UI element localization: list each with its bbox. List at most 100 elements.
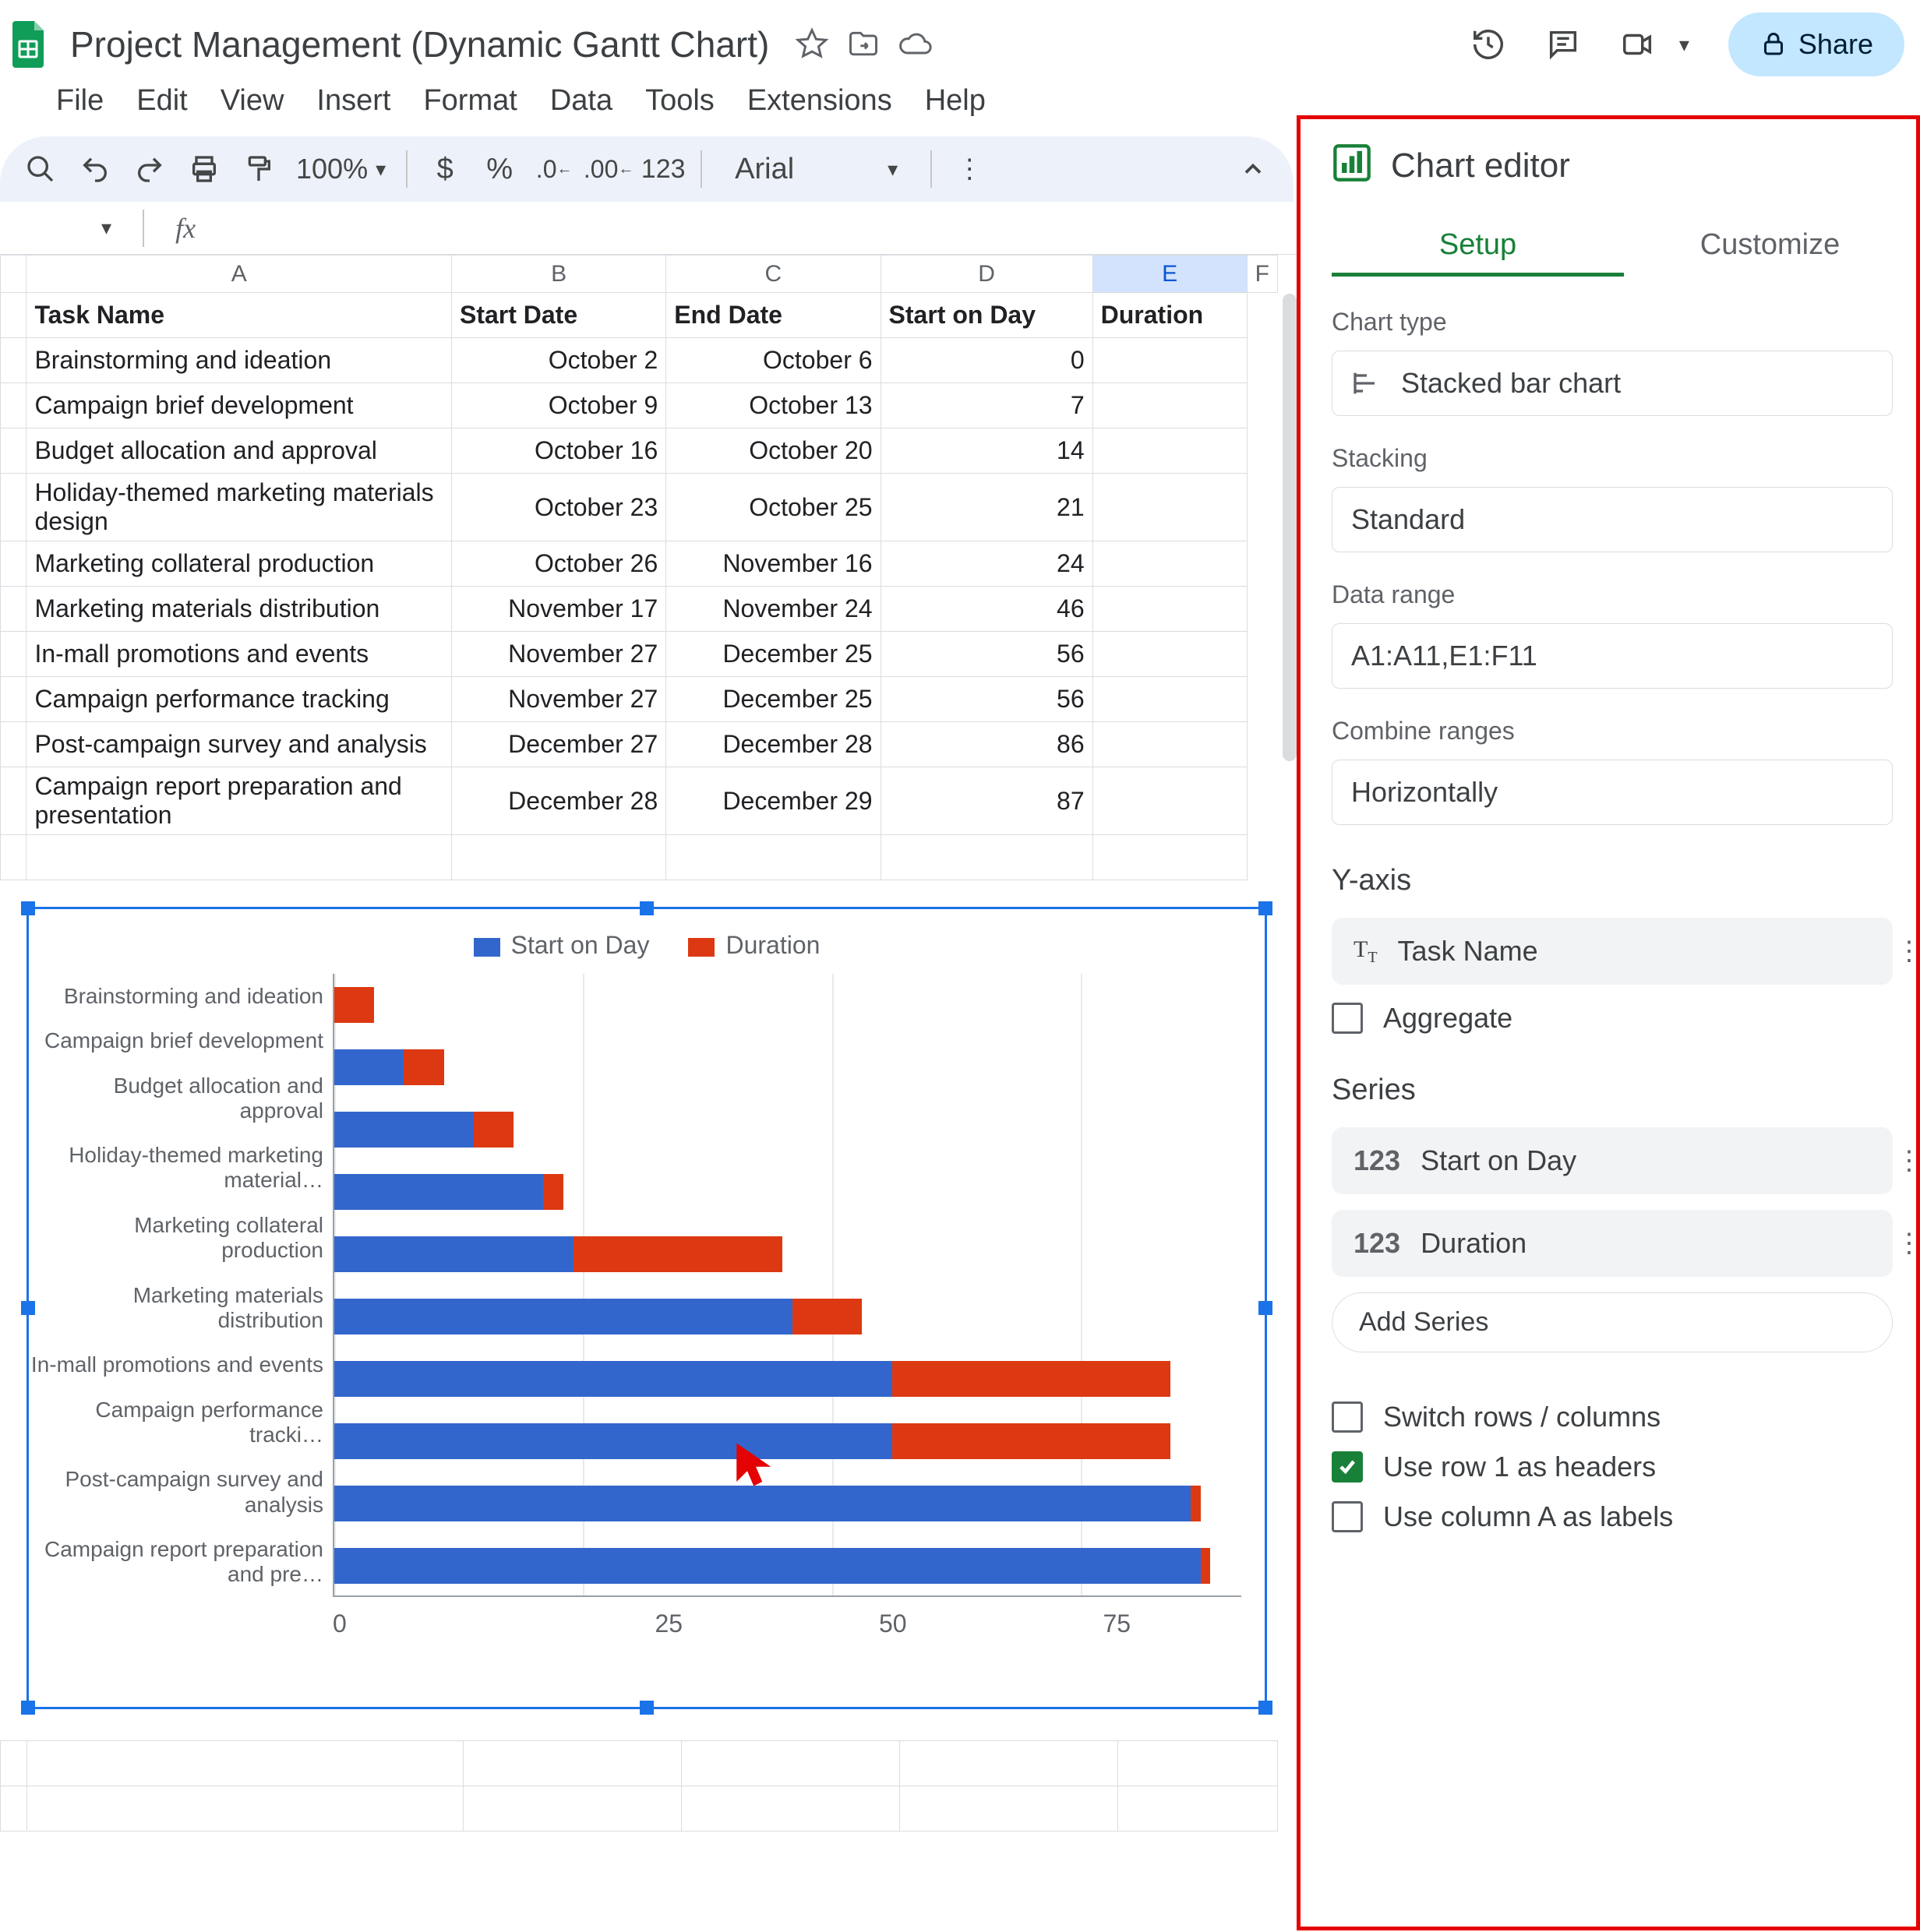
col-header-a[interactable]: A: [26, 256, 452, 293]
cell[interactable]: December 28: [451, 767, 665, 835]
stacking-select[interactable]: Standard: [1332, 487, 1893, 552]
cell[interactable]: October 26: [451, 541, 665, 587]
redo-icon[interactable]: [132, 152, 167, 186]
share-button[interactable]: Share: [1728, 12, 1904, 76]
checkbox-icon[interactable]: [1332, 1003, 1363, 1034]
formula-input[interactable]: [227, 202, 1273, 254]
cell[interactable]: [27, 1741, 464, 1786]
resize-handle[interactable]: [21, 1301, 35, 1315]
use-colA-checkbox-row[interactable]: Use column A as labels: [1332, 1500, 1916, 1533]
resize-handle[interactable]: [1258, 901, 1272, 915]
menu-format[interactable]: Format: [423, 84, 517, 118]
star-icon[interactable]: [794, 26, 830, 62]
cell[interactable]: October 20: [666, 428, 881, 474]
tab-customize[interactable]: Customize: [1624, 217, 1916, 277]
cell[interactable]: December 25: [666, 677, 881, 722]
cell[interactable]: December 29: [666, 767, 881, 835]
col-header-c[interactable]: C: [666, 256, 881, 293]
resize-handle[interactable]: [640, 901, 654, 915]
cell[interactable]: Duration: [1092, 293, 1247, 338]
cell[interactable]: 56: [881, 632, 1092, 677]
checkbox-icon[interactable]: [1332, 1501, 1363, 1532]
menu-insert[interactable]: Insert: [316, 84, 390, 118]
row-header[interactable]: [1, 541, 26, 587]
col-header-f[interactable]: F: [1247, 256, 1277, 293]
cell[interactable]: Post-campaign survey and analysis: [26, 722, 452, 767]
menu-data[interactable]: Data: [550, 84, 612, 118]
switch-rows-checkbox-row[interactable]: Switch rows / columns: [1332, 1401, 1916, 1433]
percent-icon[interactable]: %: [482, 152, 517, 186]
menu-file[interactable]: File: [56, 84, 104, 118]
cell[interactable]: November 16: [666, 541, 881, 587]
cell[interactable]: Campaign report preparation and presenta…: [26, 767, 452, 835]
row-header[interactable]: [1, 474, 26, 541]
cell[interactable]: [26, 835, 452, 880]
checkbox-checked-icon[interactable]: [1332, 1451, 1363, 1482]
cell[interactable]: October 13: [666, 383, 881, 428]
cell[interactable]: [1092, 474, 1247, 541]
cell[interactable]: Budget allocation and approval: [26, 428, 452, 474]
row-header[interactable]: [1, 835, 26, 880]
vertical-scrollbar[interactable]: [1283, 294, 1297, 761]
use-row1-checkbox-row[interactable]: Use row 1 as headers: [1332, 1451, 1916, 1483]
cell[interactable]: December 25: [666, 632, 881, 677]
more-formats-button[interactable]: 123: [646, 152, 680, 186]
decrease-decimal-icon[interactable]: .0←: [537, 152, 571, 186]
cell[interactable]: October 6: [666, 338, 881, 383]
cell[interactable]: In-mall promotions and events: [26, 632, 452, 677]
cloud-status-icon[interactable]: [897, 26, 933, 62]
cell[interactable]: Campaign performance tracking: [26, 677, 452, 722]
cell[interactable]: 56: [881, 677, 1092, 722]
cell[interactable]: End Date: [666, 293, 881, 338]
sheets-logo-icon[interactable]: [5, 19, 55, 69]
cell[interactable]: December 27: [451, 722, 665, 767]
currency-icon[interactable]: $: [428, 152, 462, 186]
menu-extensions[interactable]: Extensions: [747, 84, 892, 118]
cell[interactable]: [1092, 767, 1247, 835]
tab-setup[interactable]: Setup: [1332, 217, 1624, 277]
cell[interactable]: October 9: [451, 383, 665, 428]
cell[interactable]: Holiday-themed marketing materials desig…: [26, 474, 452, 541]
cell[interactable]: [1092, 722, 1247, 767]
meet-icon[interactable]: [1620, 26, 1656, 62]
cell[interactable]: October 23: [451, 474, 665, 541]
row-header[interactable]: [1, 587, 26, 632]
row-header[interactable]: [1, 383, 26, 428]
col-header-b[interactable]: B: [451, 256, 665, 293]
menu-help[interactable]: Help: [925, 84, 986, 118]
cell[interactable]: Brainstorming and ideation: [26, 338, 452, 383]
more-options-icon[interactable]: ⋮: [1896, 1228, 1919, 1259]
row-header[interactable]: [1, 632, 26, 677]
print-icon[interactable]: [187, 152, 221, 186]
cell[interactable]: November 24: [666, 587, 881, 632]
cell[interactable]: November 27: [451, 632, 665, 677]
cell[interactable]: Start on Day: [881, 293, 1092, 338]
data-range-input[interactable]: A1:A11,E1:F11: [1332, 623, 1893, 689]
cell[interactable]: Marketing collateral production: [26, 541, 452, 587]
cell[interactable]: October 2: [451, 338, 665, 383]
cell[interactable]: December 28: [666, 722, 881, 767]
menu-edit[interactable]: Edit: [136, 84, 187, 118]
cell[interactable]: [1092, 587, 1247, 632]
cell[interactable]: [27, 1786, 464, 1832]
name-box-caret-icon[interactable]: ▾: [101, 216, 111, 240]
cell[interactable]: 46: [881, 587, 1092, 632]
cell[interactable]: [1092, 632, 1247, 677]
series-field-2[interactable]: 123 Duration ⋮: [1332, 1210, 1893, 1277]
cell[interactable]: 24: [881, 541, 1092, 587]
resize-handle[interactable]: [640, 1701, 654, 1715]
resize-handle[interactable]: [21, 1701, 35, 1715]
cell[interactable]: 0: [881, 338, 1092, 383]
chart-type-select[interactable]: Stacked bar chart: [1332, 351, 1893, 416]
cell[interactable]: [1092, 677, 1247, 722]
cell[interactable]: Start Date: [451, 293, 665, 338]
comments-icon[interactable]: [1545, 26, 1581, 62]
resize-handle[interactable]: [21, 901, 35, 915]
zoom-select[interactable]: 100% ▾: [296, 153, 386, 185]
menu-tools[interactable]: Tools: [645, 84, 715, 118]
cell[interactable]: Campaign brief development: [26, 383, 452, 428]
cell[interactable]: November 17: [451, 587, 665, 632]
more-options-icon[interactable]: ⋮: [1896, 1145, 1919, 1176]
menu-view[interactable]: View: [221, 84, 284, 118]
more-toolbar-icon[interactable]: ⋮: [952, 152, 986, 186]
